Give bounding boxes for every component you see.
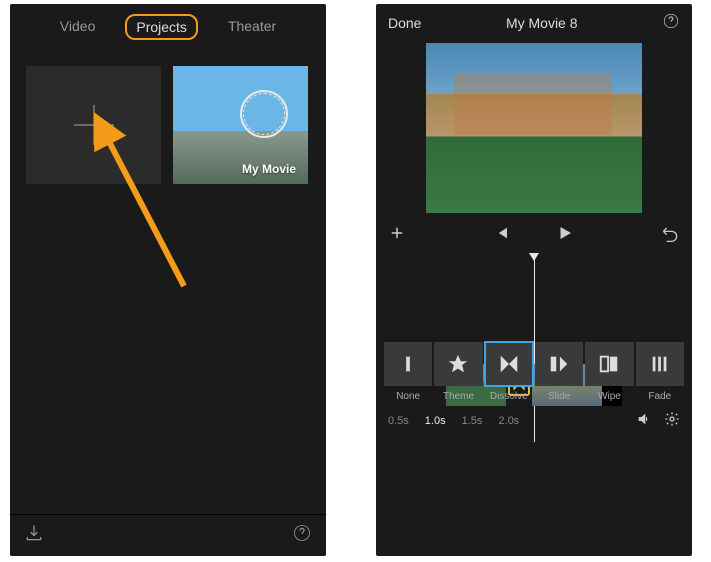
transition-fade[interactable] [636,342,684,386]
preview-frame-content [454,73,612,135]
ferris-wheel-graphic [240,90,288,138]
library-tabs: Video Projects Theater [10,4,326,48]
video-preview[interactable] [426,43,642,213]
editor-title: My Movie 8 [506,15,578,31]
timeline[interactable]: None Theme Dissolve Slide Wipe Fade 0.5s… [376,254,692,442]
settings-icon[interactable] [664,411,680,430]
help-icon[interactable] [292,523,312,548]
duration-1.0s[interactable]: 1.0s [425,415,446,427]
bottom-toolbar [10,514,326,556]
undo-button[interactable] [660,223,680,248]
duration-row: 0.5s 1.0s 1.5s 2.0s [388,411,680,430]
label-fade: Fade [636,391,684,402]
transition-dissolve[interactable] [485,342,533,386]
skip-back-button[interactable] [492,224,510,247]
tab-theater[interactable]: Theater [218,14,286,40]
tab-projects[interactable]: Projects [125,14,198,40]
label-wipe: Wipe [585,391,633,402]
plus-icon [74,105,114,145]
duration-1.5s[interactable]: 1.5s [462,415,483,427]
label-theme: Theme [434,391,482,402]
tab-video[interactable]: Video [50,14,106,40]
editor-screen: Done My Movie 8 [376,4,692,556]
transition-wipe[interactable] [585,342,633,386]
duration-2.0s[interactable]: 2.0s [498,415,519,427]
editor-header: Done My Movie 8 [376,4,692,41]
done-button[interactable]: Done [388,15,421,31]
play-button[interactable] [556,224,574,247]
label-slide: Slide [535,391,583,402]
transition-theme[interactable] [434,342,482,386]
label-dissolve: Dissolve [485,391,533,402]
add-media-button[interactable] [388,224,406,247]
timeline-controls [376,217,692,254]
projects-grid: My Movie [10,48,326,202]
new-project-button[interactable] [26,66,161,184]
project-label: My Movie [242,162,296,176]
transition-slide[interactable] [535,342,583,386]
projects-screen: Video Projects Theater My Movie [10,4,326,556]
duration-0.5s[interactable]: 0.5s [388,415,409,427]
transition-labels: None Theme Dissolve Slide Wipe Fade [384,391,684,402]
label-none: None [384,391,432,402]
project-thumbnail[interactable]: My Movie [173,66,308,184]
download-icon[interactable] [24,523,44,548]
volume-icon[interactable] [636,411,652,430]
transition-picker [384,342,684,386]
help-icon[interactable] [662,12,680,33]
transition-none[interactable] [384,342,432,386]
